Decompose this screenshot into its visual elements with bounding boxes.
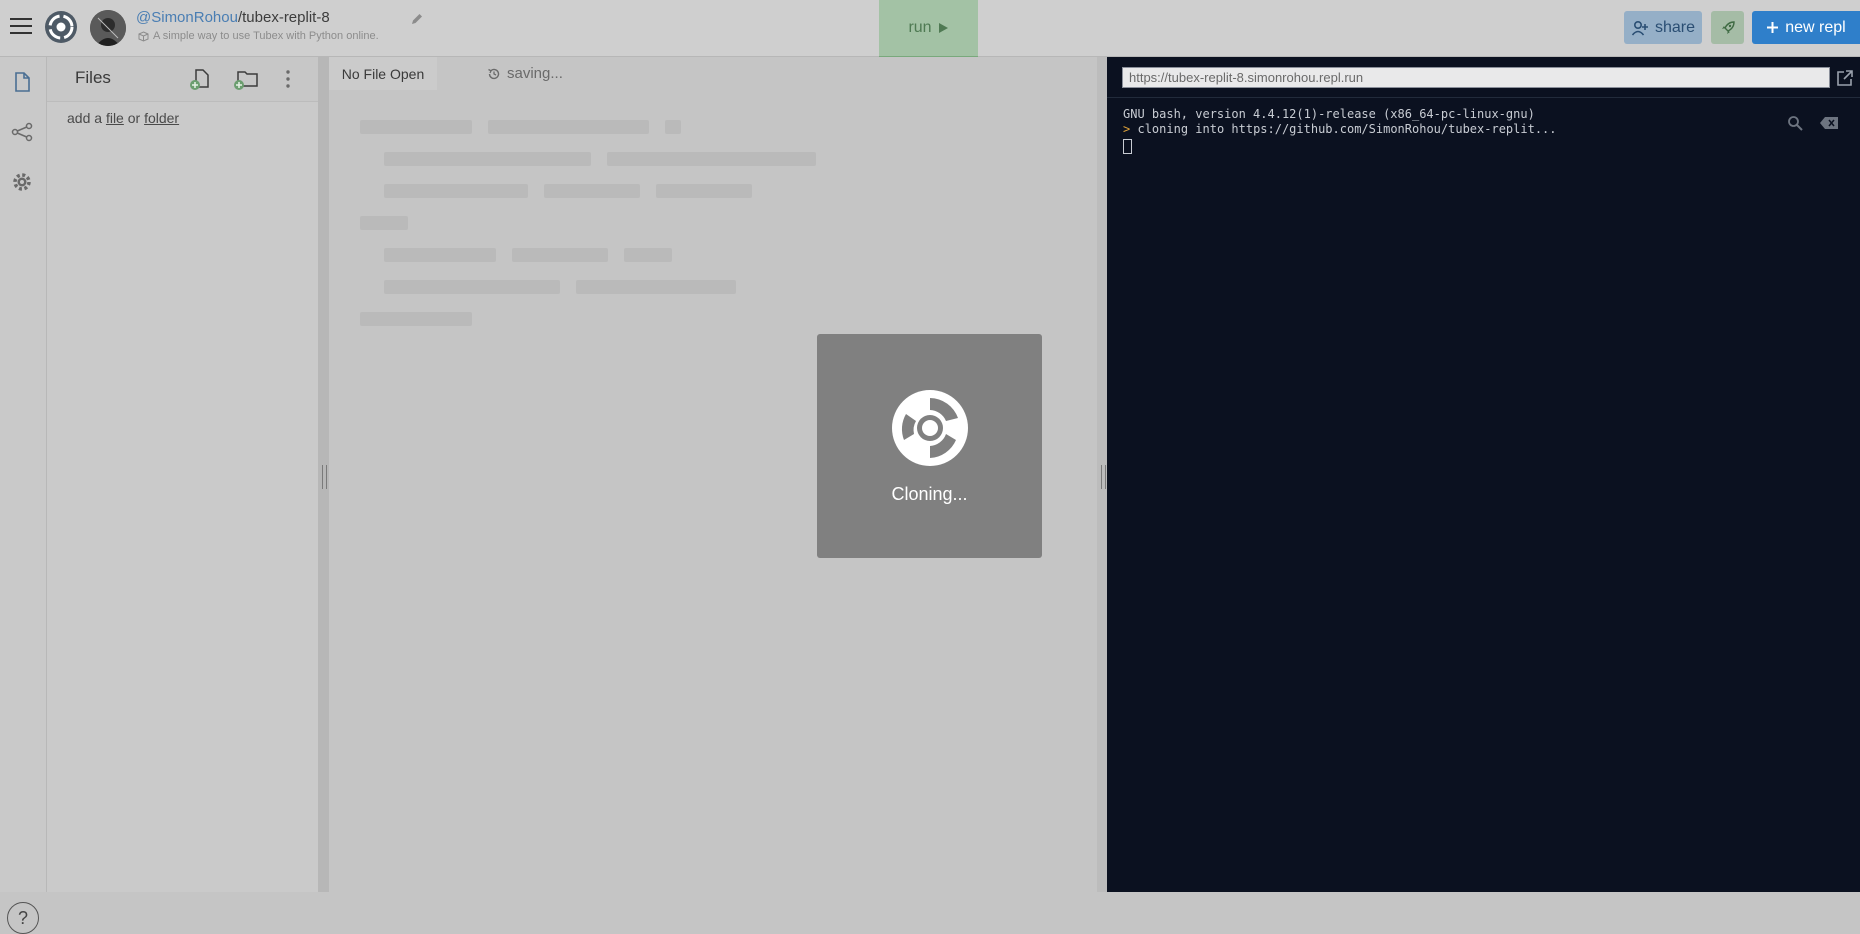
add-user-icon xyxy=(1631,20,1648,36)
share-button[interactable]: share xyxy=(1624,11,1702,44)
loading-placeholder xyxy=(360,216,408,230)
panel-resize-handle-left[interactable] xyxy=(318,57,329,892)
terminal-line: > cloning into https://github.com/SimonR… xyxy=(1123,122,1557,136)
editor-tab[interactable]: No File Open xyxy=(329,57,437,90)
help-button[interactable]: ? xyxy=(7,902,39,934)
terminal-pane: https://tubex-replit-8.simonrohou.repl.r… xyxy=(1107,57,1860,892)
loading-placeholder xyxy=(512,248,608,262)
panel-resize-handle-right[interactable] xyxy=(1097,57,1107,892)
avatar[interactable] xyxy=(90,10,126,46)
deploy-button[interactable] xyxy=(1711,11,1744,44)
settings-gear-icon[interactable] xyxy=(11,171,33,193)
package-icon xyxy=(138,30,149,42)
resize-grip xyxy=(1101,465,1106,489)
resize-grip xyxy=(322,465,327,489)
loading-placeholder xyxy=(360,120,472,134)
run-button-label: run xyxy=(908,19,932,36)
repl-name[interactable]: tubex-replit-8 xyxy=(242,9,330,26)
terminal-separator xyxy=(1107,97,1860,98)
loading-placeholder xyxy=(656,184,752,198)
search-icon[interactable] xyxy=(1787,115,1803,131)
loading-placeholder xyxy=(488,120,649,134)
terminal-line-text: cloning into https://github.com/SimonRoh… xyxy=(1137,122,1557,136)
repl-title[interactable]: @SimonRohou/tubex-replit-8 xyxy=(136,9,330,26)
loading-placeholder xyxy=(384,248,496,262)
files-panel-title: Files xyxy=(75,68,111,87)
cloning-overlay: Cloning... xyxy=(817,334,1042,558)
loading-placeholder xyxy=(384,152,591,166)
loading-placeholder xyxy=(624,248,672,262)
version-control-icon[interactable] xyxy=(11,121,33,143)
loading-placeholder xyxy=(360,312,472,326)
hint-or: or xyxy=(123,110,145,126)
add-file-link[interactable]: file xyxy=(106,110,124,126)
loading-placeholder xyxy=(384,280,560,294)
repl-owner[interactable]: @SimonRohou xyxy=(136,9,238,26)
files-panel-header: Files xyxy=(47,57,318,102)
new-repl-button-label: new repl xyxy=(1785,18,1846,36)
loading-placeholder xyxy=(665,120,681,134)
repl-description: A simple way to use Tubex with Python on… xyxy=(138,30,379,42)
prompt-symbol: > xyxy=(1123,122,1131,136)
run-button[interactable]: run xyxy=(879,0,978,59)
rocket-icon xyxy=(1721,20,1735,34)
saving-status-label: saving... xyxy=(507,65,563,82)
history-icon xyxy=(488,68,500,79)
play-icon xyxy=(938,23,948,33)
edit-pencil-icon[interactable] xyxy=(410,12,424,26)
top-bar: @SimonRohou/tubex-replit-8 A simple way … xyxy=(0,0,1860,59)
webview-url-field[interactable]: https://tubex-replit-8.simonrohou.repl.r… xyxy=(1122,67,1830,88)
hint-prefix: add a xyxy=(67,110,106,126)
loading-placeholder xyxy=(384,184,528,198)
add-folder-link[interactable]: folder xyxy=(144,110,179,126)
cloning-status-text: Cloning... xyxy=(891,483,968,504)
share-button-label: share xyxy=(1654,18,1696,36)
files-icon[interactable] xyxy=(11,71,33,93)
menu-icon[interactable] xyxy=(10,18,32,36)
files-panel: Files add a file or folder xyxy=(47,57,318,892)
loading-placeholder xyxy=(607,152,816,166)
empty-files-hint: add a file or folder xyxy=(67,110,179,126)
repl-description-text: A simple way to use Tubex with Python on… xyxy=(153,30,379,42)
replit-spinner-icon xyxy=(891,389,968,466)
loading-placeholder xyxy=(544,184,640,198)
add-file-icon[interactable] xyxy=(189,68,211,90)
open-external-icon[interactable] xyxy=(1835,68,1855,88)
new-repl-button[interactable]: new repl xyxy=(1752,11,1860,44)
replit-logo-icon[interactable] xyxy=(44,10,78,44)
more-options-icon[interactable] xyxy=(284,68,292,90)
terminal-line: GNU bash, version 4.4.12(1)-release (x86… xyxy=(1123,107,1535,121)
saving-status: saving... xyxy=(487,65,563,82)
plus-icon xyxy=(1767,22,1779,33)
add-folder-icon[interactable] xyxy=(233,68,259,90)
activity-bar: ? xyxy=(0,57,47,934)
loading-placeholder xyxy=(576,280,736,294)
terminal-cursor xyxy=(1123,139,1132,154)
clear-terminal-icon[interactable] xyxy=(1819,116,1839,130)
